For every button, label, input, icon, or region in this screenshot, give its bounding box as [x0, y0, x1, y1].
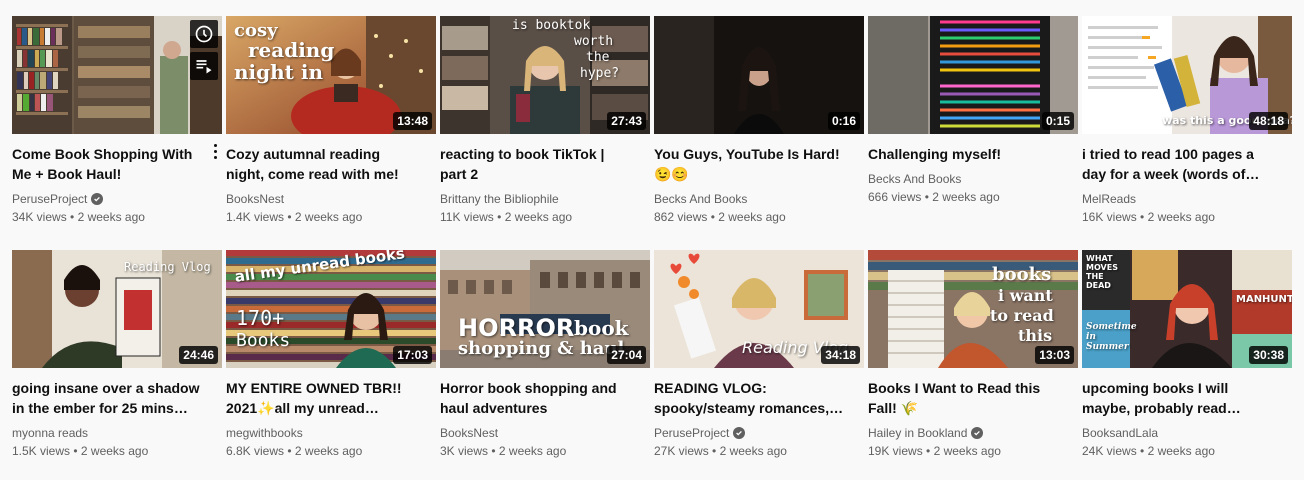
channel-name[interactable]: BooksandLala [1082, 424, 1158, 442]
thumbnail-caption: night in [234, 60, 324, 84]
video-meta: 666 views • 2 weeks ago [868, 190, 1000, 204]
video-card[interactable]: cosy reading night in 13:48 Cozy autumna… [226, 16, 436, 236]
channel-name[interactable]: MelReads [1082, 190, 1136, 208]
video-title[interactable]: i tried to read 100 pages a day for a we… [1082, 144, 1292, 184]
channel-name[interactable]: myonna reads [12, 424, 88, 442]
add-to-queue-button[interactable] [190, 52, 218, 80]
watch-later-button[interactable] [190, 20, 218, 48]
thumbnail-caption: MANHUNT [1236, 294, 1292, 305]
video-duration: 27:04 [607, 346, 646, 364]
thumbnail-caption: reading [248, 38, 335, 62]
thumbnail-caption: worth [574, 34, 614, 49]
video-meta: 34K views • 2 weeks ago [12, 210, 145, 224]
video-thumbnail[interactable]: 0:15 [868, 16, 1078, 134]
channel-name[interactable]: BooksNest [440, 424, 498, 442]
video-card[interactable]: Reading Vlog 24:46 going insane over a s… [12, 250, 222, 470]
video-title[interactable]: Challenging myself! [868, 144, 1078, 164]
thumbnail-caption: i want [998, 286, 1053, 305]
video-duration: 13:03 [1035, 346, 1074, 364]
thumbnail-caption: Sometime in Summer [1086, 322, 1137, 352]
video-duration: 48:18 [1249, 112, 1288, 130]
video-meta: 6.8K views • 2 weeks ago [226, 444, 363, 458]
thumbnail-caption: shopping & haul [458, 338, 625, 359]
video-card[interactable]: was this a good idea? 48:18 i tried to r… [1082, 16, 1292, 236]
channel-name[interactable]: megwithbooks [226, 424, 303, 442]
thumbnail-caption: 170+ [236, 306, 285, 330]
thumbnail-caption: book [574, 316, 629, 340]
video-duration: 34:18 [821, 346, 860, 364]
video-grid-row-2: Reading Vlog 24:46 going insane over a s… [12, 250, 1298, 470]
thumbnail-caption: Reading Vlog [124, 260, 211, 274]
video-card[interactable]: books i want to read this 13:03 Books I … [868, 250, 1078, 470]
thumbnail-caption: books [992, 264, 1052, 285]
video-duration: 27:43 [607, 112, 646, 130]
video-title[interactable]: MY ENTIRE OWNED TBR!! 2021✨all my unread… [226, 378, 436, 418]
channel-name[interactable]: PeruseProject [654, 424, 729, 442]
thumbnail-caption: hype? [580, 66, 620, 81]
video-meta: 19K views • 2 weeks ago [868, 444, 1001, 458]
clock-icon [195, 25, 213, 43]
video-duration: 30:38 [1249, 346, 1288, 364]
more-actions-button[interactable] [208, 141, 222, 161]
video-title[interactable]: Horror book shopping and haul adventures [440, 378, 650, 418]
verified-icon [971, 427, 984, 439]
video-thumbnail[interactable]: WHAT MOVES THE DEAD MANHUNT Sometime in … [1082, 250, 1292, 368]
video-card[interactable]: WHAT MOVES THE DEAD MANHUNT Sometime in … [1082, 250, 1292, 470]
video-thumbnail[interactable] [12, 16, 222, 134]
video-card[interactable]: is booktok worth the hype? 27:43 reactin… [440, 16, 650, 236]
video-title[interactable]: reacting to book TikTok | part 2 [440, 144, 650, 184]
video-duration: 0:16 [827, 112, 860, 130]
queue-icon [196, 60, 212, 74]
video-title[interactable]: Come Book Shopping With Me + Book Haul! [12, 144, 222, 184]
video-card[interactable]: 0:16 You Guys, YouTube Is Hard! 😉😊 Becks… [654, 16, 864, 236]
video-card[interactable]: all my unread books 170+ Books 17:03 MY … [226, 250, 436, 470]
video-title[interactable]: going insane over a shadow in the ember … [12, 378, 222, 418]
video-meta: 27K views • 2 weeks ago [654, 444, 787, 458]
video-thumbnail[interactable]: was this a good idea? 48:18 [1082, 16, 1292, 134]
channel-name[interactable]: PeruseProject [12, 190, 87, 208]
thumbnail-caption: to read [990, 306, 1054, 325]
video-title[interactable]: Books I Want to Read this Fall! 🌾 [868, 378, 1078, 418]
video-thumbnail[interactable]: Reading Vlog 34:18 [654, 250, 864, 368]
video-card[interactable]: 0:15 Challenging myself! Becks And Books… [868, 16, 1078, 236]
channel-name[interactable]: Becks And Books [654, 190, 747, 208]
video-meta: 16K views • 2 weeks ago [1082, 210, 1215, 224]
video-duration: 17:03 [393, 346, 432, 364]
video-thumbnail[interactable]: is booktok worth the hype? 27:43 [440, 16, 650, 134]
verified-icon [733, 427, 746, 439]
video-thumbnail[interactable]: cosy reading night in 13:48 [226, 16, 436, 134]
video-title[interactable]: You Guys, YouTube Is Hard! 😉😊 [654, 144, 864, 184]
video-duration: 0:15 [1041, 112, 1074, 130]
video-meta: 1.5K views • 2 weeks ago [12, 444, 149, 458]
thumbnail-caption: is booktok [512, 18, 591, 33]
video-meta: 24K views • 2 weeks ago [1082, 444, 1215, 458]
video-thumbnail[interactable]: HORROR book shopping & haul 27:04 [440, 250, 650, 368]
video-title[interactable]: upcoming books I will maybe, probably re… [1082, 378, 1292, 418]
video-thumbnail[interactable]: Reading Vlog 24:46 [12, 250, 222, 368]
video-title[interactable]: READING VLOG: spooky/steamy romances,… [654, 378, 864, 418]
video-duration: 13:48 [393, 112, 432, 130]
thumbnail-caption: this [1018, 326, 1053, 345]
thumbnail-caption: the [586, 50, 610, 65]
video-title[interactable]: Cozy autumnal reading night, come read w… [226, 144, 436, 184]
video-thumbnail[interactable]: all my unread books 170+ Books 17:03 [226, 250, 436, 368]
thumbnail-caption: Books [236, 330, 291, 351]
video-grid-row-1: Come Book Shopping With Me + Book Haul! … [12, 16, 1298, 236]
channel-name[interactable]: Brittany the Bibliophile [440, 190, 559, 208]
video-card[interactable]: HORROR book shopping & haul 27:04 Horror… [440, 250, 650, 470]
video-meta: 11K views • 2 weeks ago [440, 210, 573, 224]
video-meta: 1.4K views • 2 weeks ago [226, 210, 363, 224]
verified-icon [91, 193, 104, 205]
video-meta: 3K views • 2 weeks ago [440, 444, 567, 458]
channel-name[interactable]: Becks And Books [868, 170, 961, 188]
channel-name[interactable]: Hailey in Bookland [868, 424, 967, 442]
thumbnail-caption: WHAT MOVES THE DEAD [1086, 254, 1118, 290]
video-thumbnail[interactable]: 0:16 [654, 16, 864, 134]
video-thumbnail[interactable]: books i want to read this 13:03 [868, 250, 1078, 368]
video-card[interactable]: Reading Vlog 34:18 READING VLOG: spooky/… [654, 250, 864, 470]
channel-name[interactable]: BooksNest [226, 190, 284, 208]
video-duration: 24:46 [179, 346, 218, 364]
video-card[interactable]: Come Book Shopping With Me + Book Haul! … [12, 16, 222, 236]
video-meta: 862 views • 2 weeks ago [654, 210, 786, 224]
